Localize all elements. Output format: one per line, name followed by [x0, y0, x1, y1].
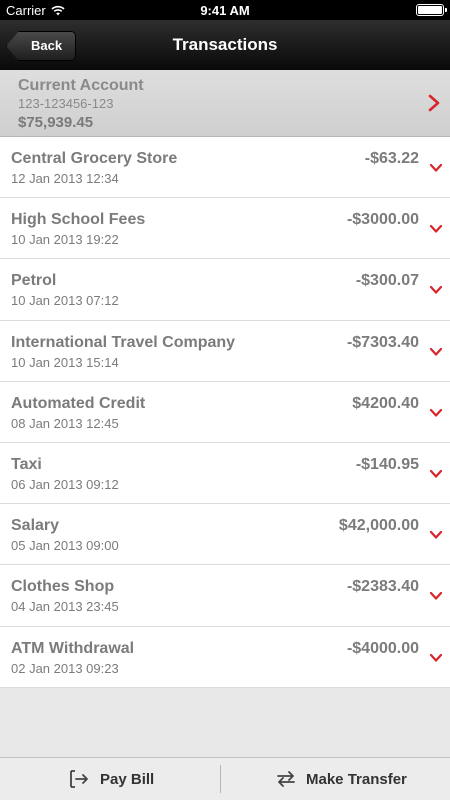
transaction-name: Taxi [11, 455, 42, 473]
transaction-date: 10 Jan 2013 07:12 [11, 293, 119, 309]
transaction-date: 05 Jan 2013 09:00 [11, 538, 119, 554]
transaction-row[interactable]: Automated Credit 08 Jan 2013 12:45 $4200.4… [0, 381, 450, 443]
transaction-amount: $4200.40 [352, 394, 419, 412]
transaction-name: Automated Credit [11, 394, 146, 412]
transaction-row[interactable]: Central Grocery Store 12 Jan 2013 12:34 -$… [0, 137, 450, 199]
pay-bill-icon [70, 770, 88, 788]
transaction-amount: -$300.07 [355, 272, 419, 290]
transaction-name: Clothes Shop [11, 578, 115, 596]
account-summary[interactable]: Current Account 123-123456-123 $75,939.4… [0, 70, 450, 137]
transaction-date: 06 Jan 2013 09:12 [11, 476, 119, 492]
transaction-name: ATM Withdrawal [11, 639, 135, 657]
status-bar: Carrier 9:41 AM [0, 0, 450, 20]
transaction-row[interactable]: Taxi 06 Jan 2013 09:12 -$140.95 [0, 442, 450, 505]
transaction-row[interactable]: Clothes Shop 04 Jan 2013 23:45 -$2383.40 [0, 565, 450, 627]
bottom-toolbar: Pay Bill Make Transfer [0, 757, 450, 800]
chevron-down-icon[interactable] [429, 285, 443, 295]
transaction-name: Salary [11, 517, 60, 535]
transaction-amount: -$140.95 [355, 455, 419, 473]
transfer-icon [277, 771, 295, 787]
transaction-row[interactable]: Salary 05 Jan 2013 09:00 $42,000.00 [0, 504, 450, 566]
transaction-amount: -$63.22 [364, 150, 419, 167]
transaction-date: 04 Jan 2013 23:45 [11, 599, 119, 615]
chevron-down-icon[interactable] [429, 163, 443, 173]
transaction-row[interactable]: International Travel Company 10 Jan 2013 … [0, 320, 450, 382]
transaction-row[interactable]: ATM Withdrawal 02 Jan 2013 09:23 -$4000.00 [0, 626, 450, 688]
chevron-down-icon[interactable] [429, 347, 443, 357]
pay-bill-button[interactable]: Pay Bill [70, 758, 154, 800]
chevron-right-icon[interactable] [426, 94, 442, 112]
transaction-name: Petrol [11, 272, 57, 290]
transaction-amount: $42,000.00 [338, 517, 419, 535]
chevron-down-icon[interactable] [429, 469, 443, 479]
navigation-bar: Back Transactions [0, 20, 450, 70]
battery-icon [416, 4, 447, 16]
status-time: 9:41 AM [200, 3, 250, 18]
transaction-name: International Travel Company [11, 333, 236, 351]
chevron-down-icon[interactable] [429, 653, 443, 663]
transaction-amount: -$4000.00 [346, 639, 419, 657]
chevron-down-icon[interactable] [429, 224, 443, 234]
page-title: Transactions [172, 35, 278, 54]
account-balance: $75,939.45 [18, 114, 94, 131]
account-number: 123-123456-123 [18, 96, 114, 111]
chevron-down-icon[interactable] [429, 408, 443, 418]
transaction-date: 10 Jan 2013 15:14 [11, 354, 119, 370]
transaction-date: 10 Jan 2013 19:22 [11, 232, 119, 248]
transaction-amount: -$3000.00 [346, 211, 419, 229]
transaction-date: 12 Jan 2013 12:34 [11, 171, 119, 186]
make-transfer-button[interactable]: Make Transfer [276, 758, 407, 800]
pay-bill-label: Pay Bill [100, 770, 155, 788]
transaction-name: High School Fees [11, 211, 146, 229]
transaction-row[interactable]: High School Fees 10 Jan 2013 19:22 -$3000.… [0, 198, 450, 260]
transaction-date: 02 Jan 2013 09:23 [11, 660, 119, 676]
make-transfer-label: Make Transfer [306, 770, 407, 788]
account-name: Current Account [18, 77, 144, 94]
transaction-name: Central Grocery Store [11, 150, 178, 167]
chevron-down-icon[interactable] [429, 530, 443, 540]
chevron-down-icon[interactable] [429, 591, 443, 601]
toolbar-divider [220, 765, 221, 793]
transaction-list: Central Grocery Store 12 Jan 2013 12:34 -$… [0, 137, 450, 688]
transaction-amount: -$2383.40 [346, 578, 419, 596]
transaction-row[interactable]: Petrol 10 Jan 2013 07:12 -$300.07 [0, 259, 450, 321]
transaction-date: 08 Jan 2013 12:45 [11, 415, 119, 431]
transaction-amount: -$7303.40 [346, 333, 419, 351]
